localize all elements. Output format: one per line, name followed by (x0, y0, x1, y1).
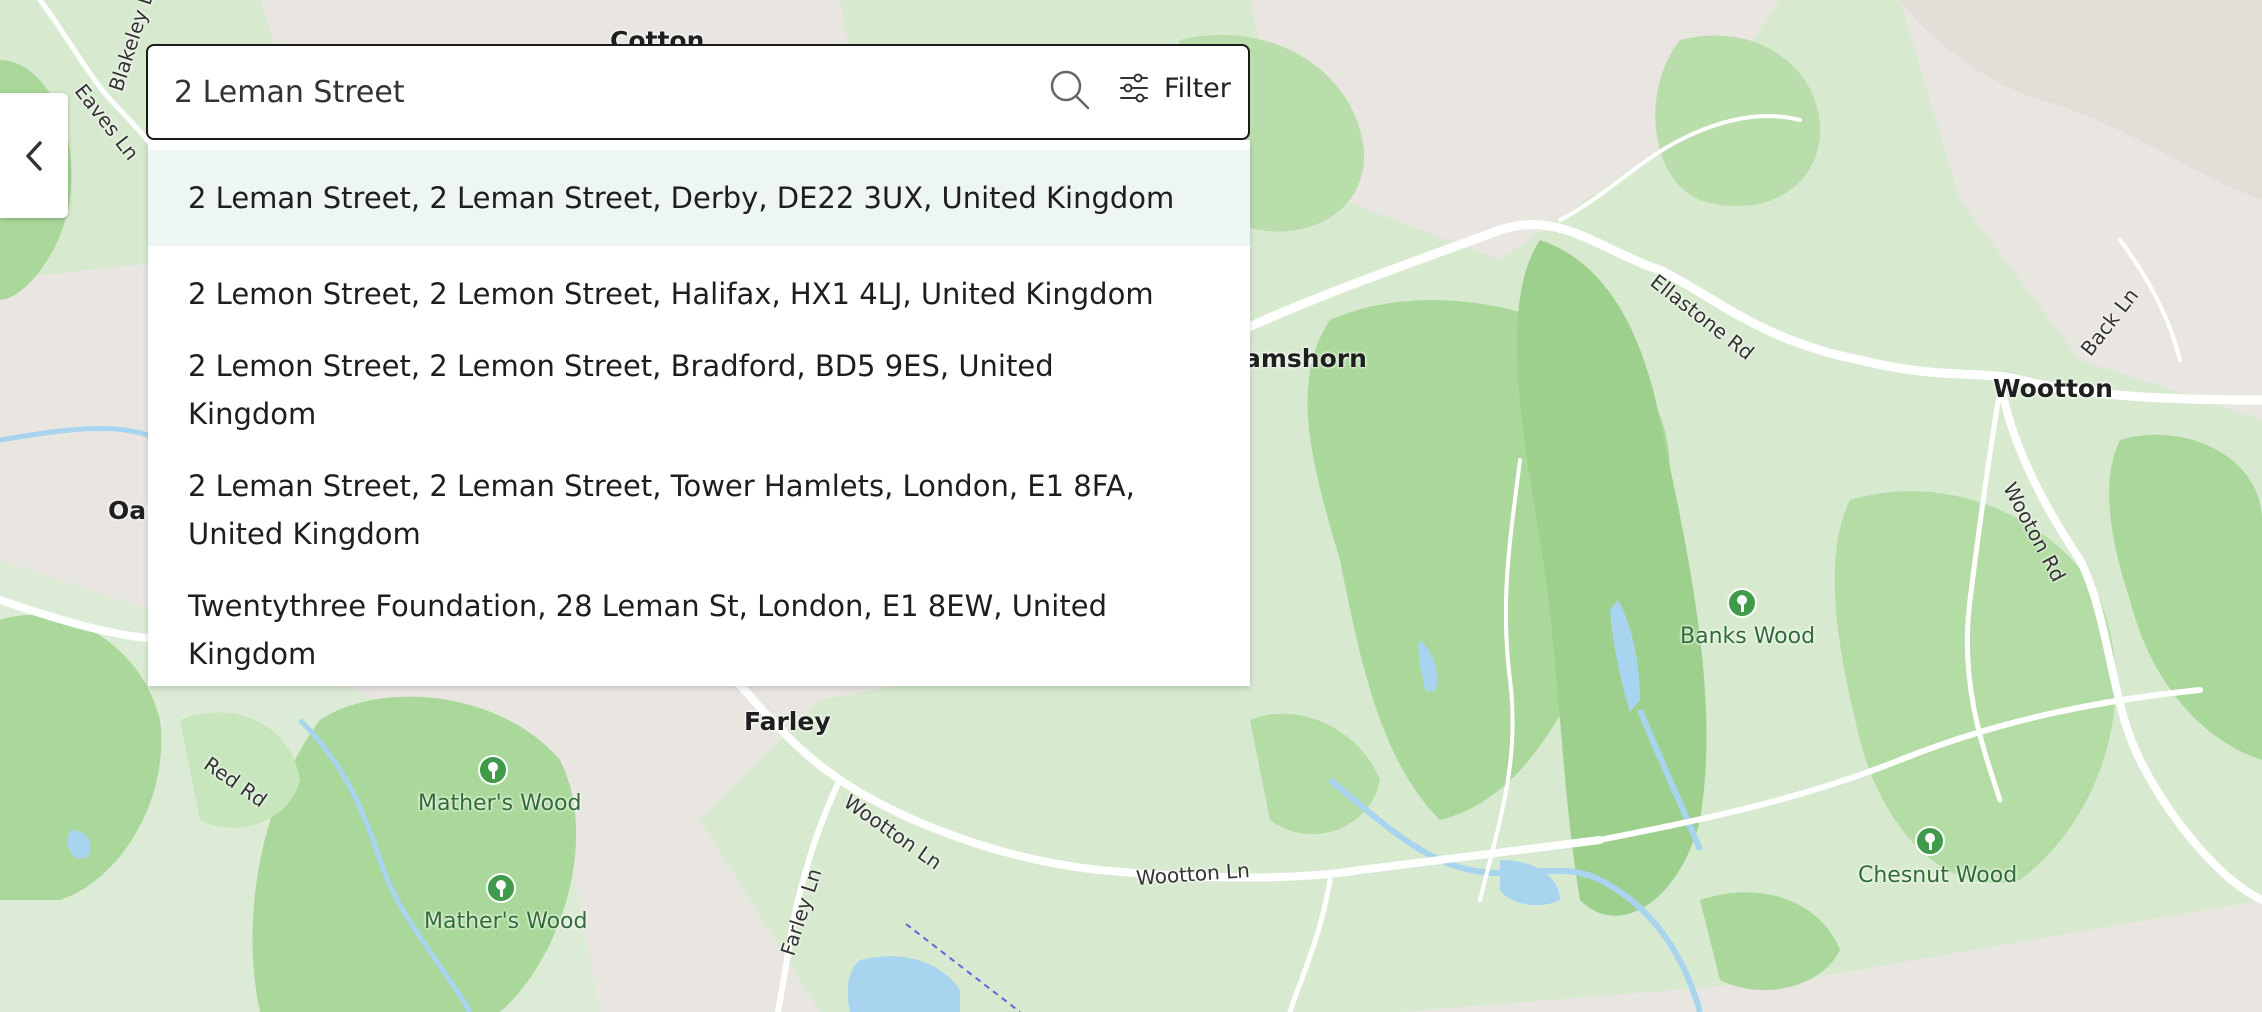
result-text: 2 Leman Street, 2 Leman Street, Tower Ha… (188, 469, 1135, 551)
place-label-ramshorn: amshorn (1244, 344, 1367, 373)
search-result-item[interactable]: 2 Lemon Street, 2 Lemon Street, Bradford… (148, 342, 1250, 438)
result-text: 2 Leman Street, 2 Leman Street, Derby, D… (188, 181, 1175, 215)
wood-label-chesnut: Chesnut Wood (1858, 863, 2018, 888)
sliders-icon (1120, 73, 1148, 103)
search-result-item[interactable]: 2 Leman Street, 2 Leman Street, Tower Ha… (148, 438, 1250, 582)
tree-pin-icon (478, 755, 508, 785)
collapse-panel-button[interactable] (0, 93, 68, 218)
search-results-list: 2 Leman Street, 2 Leman Street, Derby, D… (148, 140, 1250, 686)
search-input[interactable] (172, 73, 1056, 111)
search-result-item[interactable]: 2 Leman Street, 2 Leman Street, Derby, D… (148, 150, 1250, 246)
place-label-farley: Farley (744, 707, 831, 736)
filter-button[interactable]: Filter (1118, 72, 1231, 104)
result-text: 2 Lemon Street, 2 Lemon Street, Halifax,… (188, 277, 1154, 311)
wood-label-mathers-1: Mather's Wood (418, 791, 582, 816)
wood-label-banks: Banks Wood (1680, 624, 1816, 649)
result-text: 2 Lemon Street, 2 Lemon Street, Bradford… (188, 349, 1054, 431)
tree-pin-icon (1727, 588, 1757, 618)
filter-label: Filter (1164, 72, 1231, 104)
search-bar: Filter (146, 44, 1250, 140)
wood-label-mathers-2: Mather's Wood (424, 909, 588, 934)
tree-pin-icon (486, 873, 516, 903)
place-label-wootton: Wootton (1993, 374, 2113, 403)
chevron-left-icon (26, 140, 42, 171)
search-result-item[interactable]: 2 Lemon Street, 2 Lemon Street, Halifax,… (148, 246, 1250, 342)
result-text: Twentythree Foundation, 28 Leman St, Lon… (188, 589, 1107, 671)
tree-pin-icon (1915, 826, 1945, 856)
search-result-item[interactable]: Twentythree Foundation, 28 Leman St, Lon… (148, 582, 1250, 678)
search-icon[interactable] (1048, 68, 1092, 116)
